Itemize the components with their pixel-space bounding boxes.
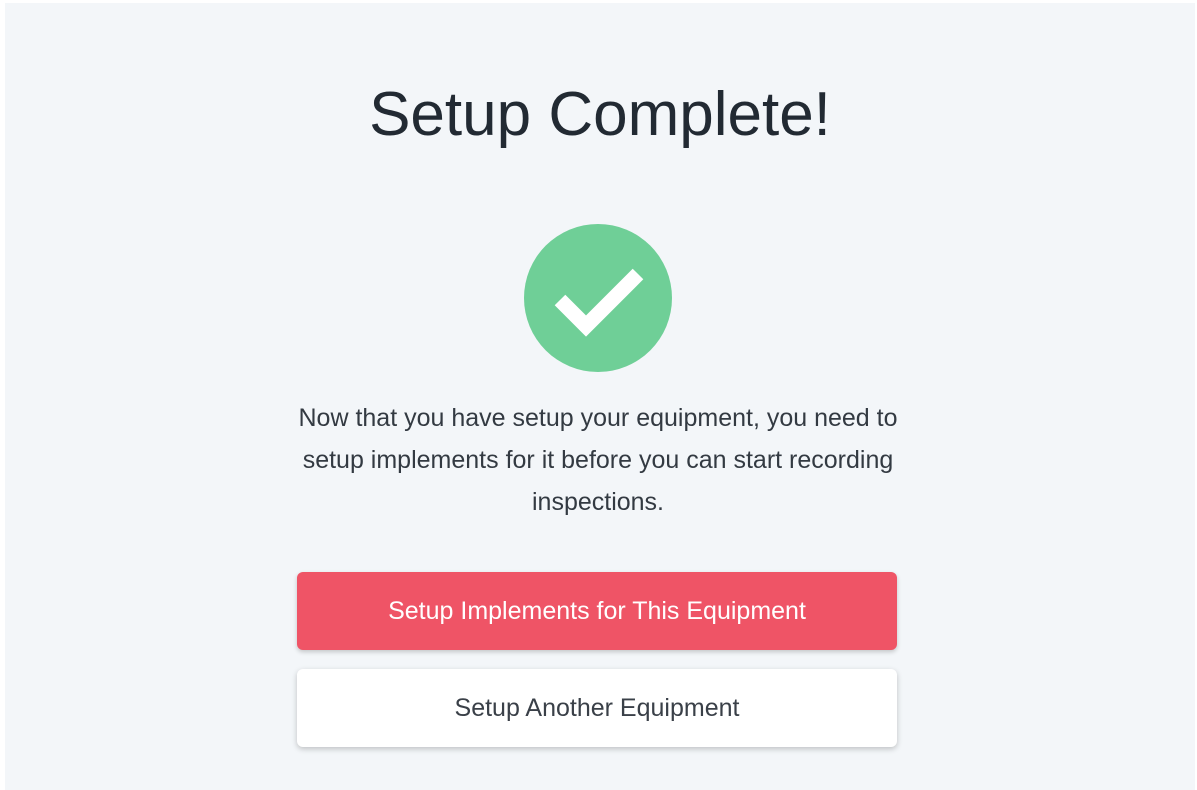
check-circle-icon	[524, 224, 672, 372]
checkmark-icon	[554, 268, 644, 337]
setup-complete-panel: Setup Complete! Now that you have setup …	[5, 3, 1195, 790]
completion-message: Now that you have setup your equipment, …	[298, 404, 898, 516]
page-title: Setup Complete!	[369, 80, 831, 149]
setup-implements-button[interactable]: Setup Implements for This Equipment	[297, 572, 897, 650]
setup-another-equipment-button[interactable]: Setup Another Equipment	[297, 669, 897, 747]
